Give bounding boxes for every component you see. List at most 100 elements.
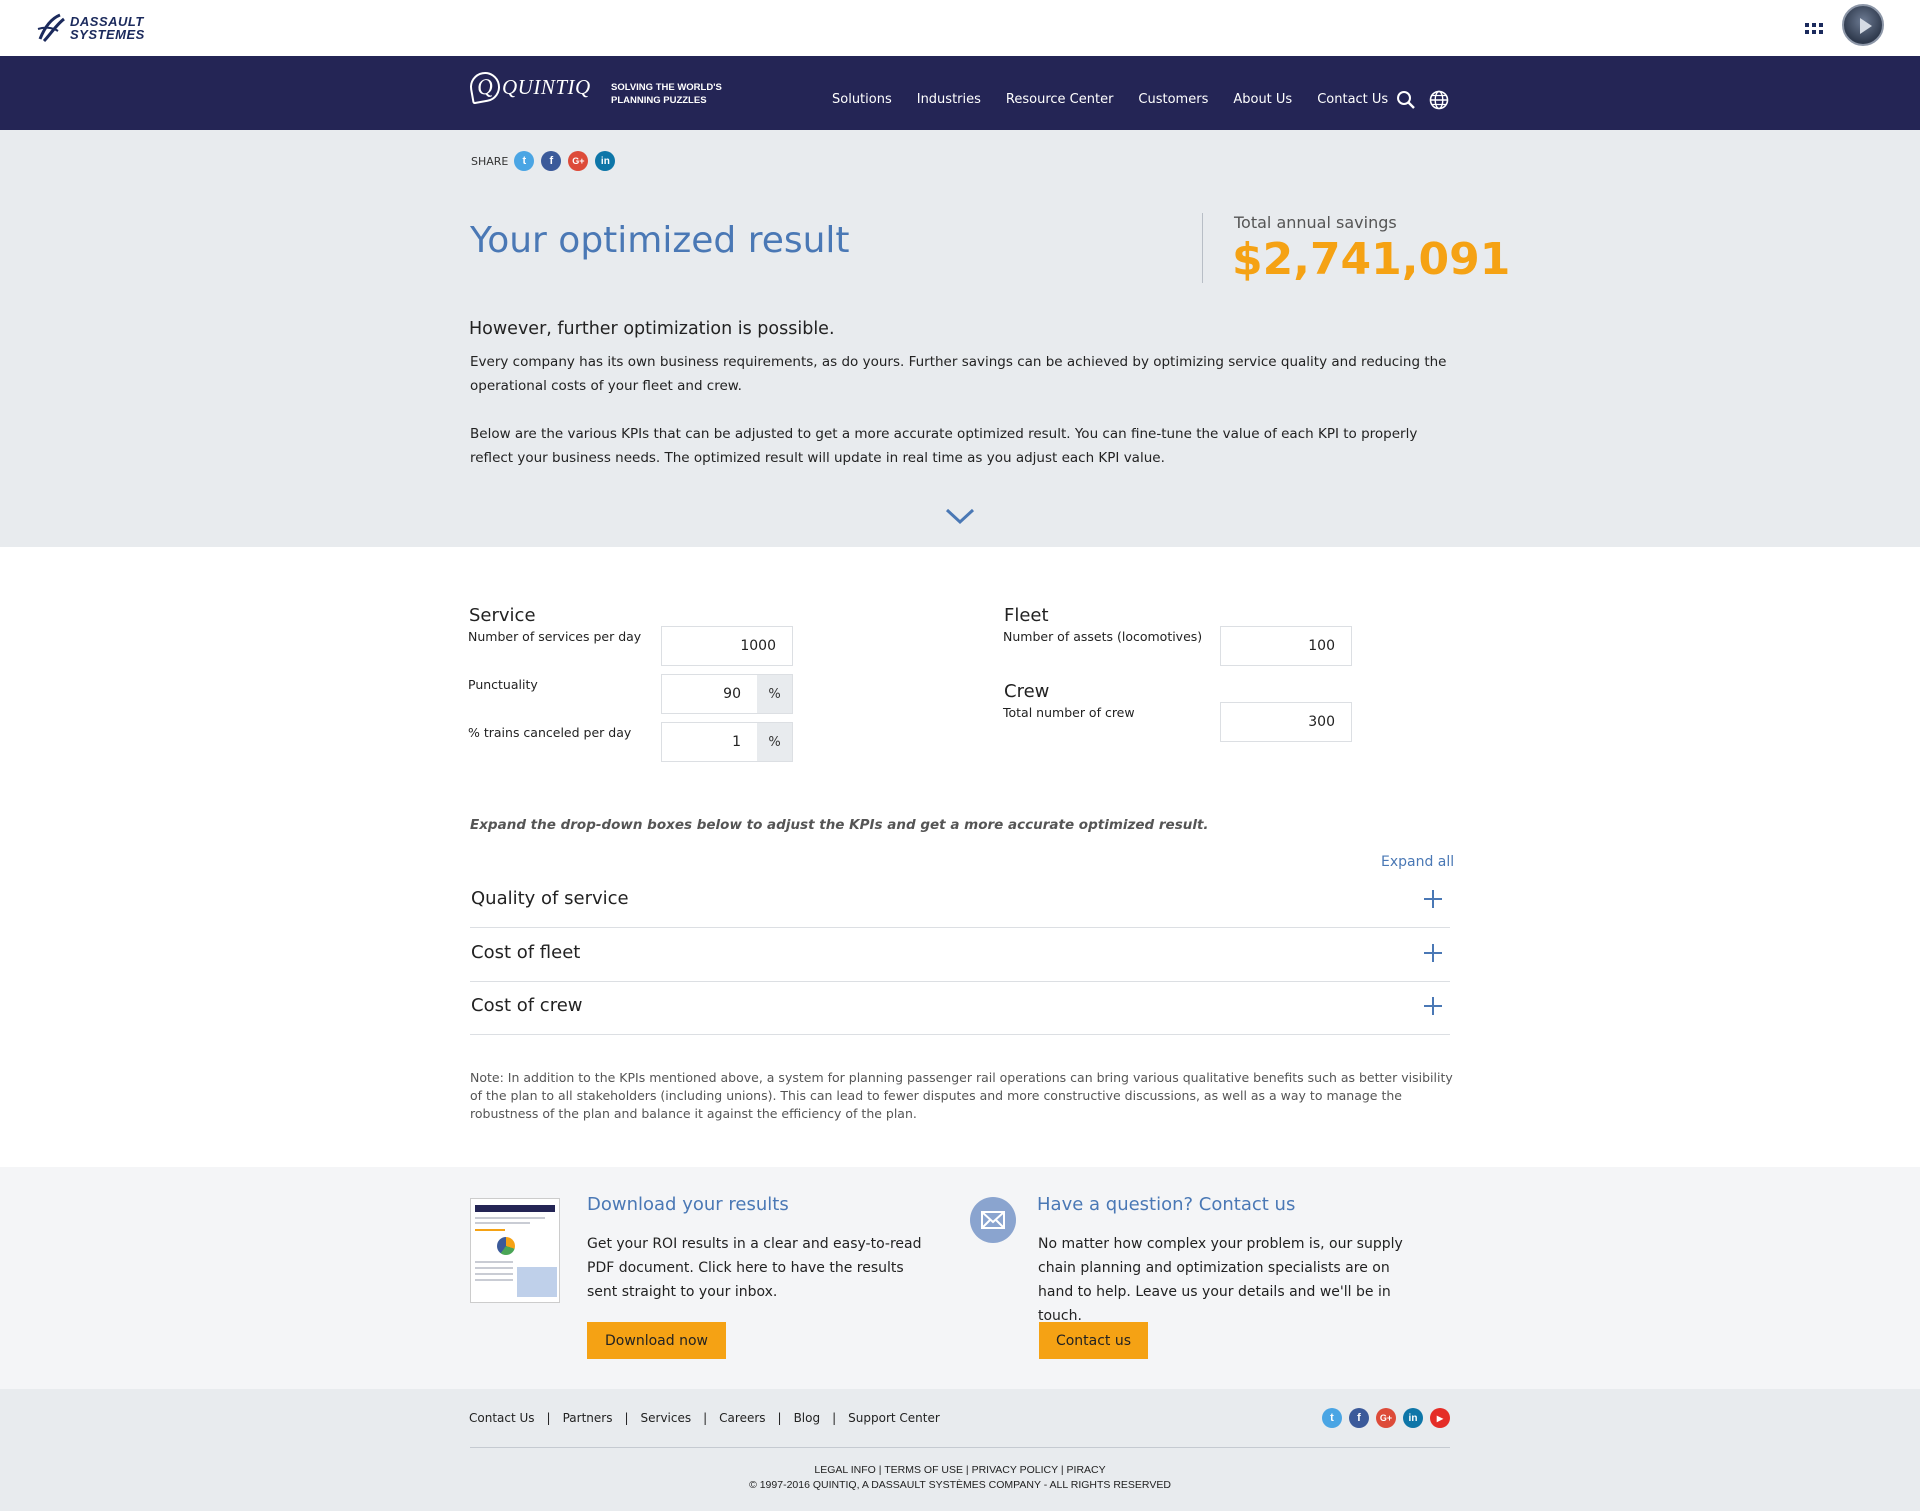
services-per-day-label: Number of services per day xyxy=(468,629,642,644)
search-icon[interactable] xyxy=(1396,90,1416,110)
percent-unit: % xyxy=(757,723,792,761)
nav-item-about-us[interactable]: About Us xyxy=(1233,92,1292,107)
quintiq-logo-mark: Q xyxy=(467,69,503,105)
contact-us-button[interactable]: Contact us xyxy=(1039,1322,1148,1359)
savings-value: $2,741,091 xyxy=(1232,234,1511,285)
footer-link-careers[interactable]: Careers xyxy=(719,1411,765,1425)
share-label: SHARE xyxy=(471,154,509,168)
services-per-day-input[interactable] xyxy=(662,627,792,665)
3dexperience-compass-icon[interactable] xyxy=(1842,4,1884,46)
chevron-down-icon[interactable] xyxy=(944,506,976,526)
twitter-icon[interactable]: t xyxy=(514,151,535,171)
globe-icon[interactable] xyxy=(1429,90,1449,110)
crew-title: Crew xyxy=(1004,681,1050,702)
accordion-cost-of-crew[interactable]: Cost of crew xyxy=(470,981,1450,1035)
footer-separator: | xyxy=(832,1411,837,1425)
cta-section: Download your results Get your ROI resul… xyxy=(0,1167,1920,1389)
accordion-cost-of-fleet[interactable]: Cost of fleet xyxy=(470,928,1450,982)
accordion-label: Quality of service xyxy=(471,888,629,909)
crew-count-input[interactable] xyxy=(1221,703,1351,741)
nav-item-solutions[interactable]: Solutions xyxy=(832,92,892,107)
nav-item-resource-center[interactable]: Resource Center xyxy=(1006,92,1114,107)
footer-divider xyxy=(470,1447,1450,1448)
footer-link-services[interactable]: Services xyxy=(641,1411,692,1425)
assets-field xyxy=(1220,626,1352,666)
share-bar: SHARE t f G+ in xyxy=(471,151,622,171)
footer-social-icons: t f G+ in ▶ xyxy=(1322,1408,1457,1428)
expand-hint: Expand the drop-down boxes below to adju… xyxy=(470,817,1209,833)
footer-separator: | xyxy=(1060,1464,1064,1476)
trains-canceled-input[interactable] xyxy=(662,723,757,761)
footer-separator: | xyxy=(624,1411,629,1425)
intro-paragraph: Every company has its own business requi… xyxy=(470,354,1447,394)
services-per-day-field xyxy=(661,626,793,666)
footer-link-support-center[interactable]: Support Center xyxy=(848,1411,940,1425)
contact-title: Have a question? Contact us xyxy=(1037,1194,1296,1215)
facebook-icon[interactable]: f xyxy=(541,151,562,171)
site-footer: Contact Us | Partners | Services | Caree… xyxy=(0,1389,1920,1511)
crew-count-field xyxy=(1220,702,1352,742)
google-plus-icon[interactable]: G+ xyxy=(1376,1408,1396,1428)
percent-unit: % xyxy=(757,675,792,713)
contact-description: No matter how complex your problem is, o… xyxy=(1038,1236,1403,1324)
footer-separator: | xyxy=(703,1411,708,1425)
quintiq-logo[interactable]: Q QUINTIQ xyxy=(467,69,591,105)
footer-separator: | xyxy=(777,1411,782,1425)
accordion-label: Cost of crew xyxy=(471,995,583,1016)
punctuality-field: % xyxy=(661,674,793,714)
trains-canceled-label: % trains canceled per day xyxy=(468,725,632,740)
footer-link-partners[interactable]: Partners xyxy=(563,1411,613,1425)
punctuality-input[interactable] xyxy=(662,675,757,713)
footer-separator: | xyxy=(878,1464,882,1476)
qualitative-benefits-note: Note: In addition to the KPIs mentioned … xyxy=(470,1070,1453,1121)
kpi-section: Service Number of services per day Punct… xyxy=(0,547,1920,1167)
pdf-preview-thumbnail[interactable] xyxy=(470,1198,560,1303)
tagline-line2: PLANNING PUZZLES xyxy=(611,95,707,106)
plus-icon[interactable] xyxy=(1424,997,1442,1015)
savings-divider xyxy=(1202,213,1203,283)
page-title: Your optimized result xyxy=(470,220,850,261)
savings-label: Total annual savings xyxy=(1234,213,1397,232)
apps-grid-icon[interactable] xyxy=(1805,23,1823,35)
footer-link-blog[interactable]: Blog xyxy=(794,1411,821,1425)
accordion-quality-of-service[interactable]: Quality of service xyxy=(470,874,1450,928)
footer-link-contact-us[interactable]: Contact Us xyxy=(469,1411,535,1425)
google-plus-icon[interactable]: G+ xyxy=(568,151,589,171)
expand-all-link[interactable]: Expand all xyxy=(1381,854,1454,870)
download-description: Get your ROI results in a clear and easy… xyxy=(587,1236,922,1300)
nav-item-industries[interactable]: Industries xyxy=(917,92,981,107)
nav-menu: Solutions Industries Resource Center Cus… xyxy=(832,92,1413,107)
terms-of-use-link[interactable]: TERMS OF USE xyxy=(884,1464,963,1476)
nav-item-contact-us[interactable]: Contact Us xyxy=(1317,92,1388,107)
result-hero: SHARE t f G+ in Your optimized result To… xyxy=(0,130,1920,547)
twitter-icon[interactable]: t xyxy=(1322,1408,1342,1428)
linkedin-icon[interactable]: in xyxy=(595,151,616,171)
ds-logo-mark xyxy=(37,13,65,43)
assets-input[interactable] xyxy=(1221,627,1351,665)
mail-icon xyxy=(970,1197,1016,1243)
footer-separator: | xyxy=(965,1464,969,1476)
piracy-link[interactable]: PIRACY xyxy=(1067,1464,1106,1476)
nav-item-customers[interactable]: Customers xyxy=(1138,92,1208,107)
legal-info-link[interactable]: LEGAL INFO xyxy=(814,1464,875,1476)
plus-icon[interactable] xyxy=(1424,890,1442,908)
accordion-label: Cost of fleet xyxy=(471,942,581,963)
plus-icon[interactable] xyxy=(1424,944,1442,962)
youtube-icon[interactable]: ▶ xyxy=(1430,1408,1450,1428)
facebook-icon[interactable]: f xyxy=(1349,1408,1369,1428)
download-title: Download your results xyxy=(587,1194,789,1215)
footer-separator: | xyxy=(546,1411,551,1425)
ds-logo-line2: SYSTEMES xyxy=(70,27,145,42)
brand-tagline: SOLVING THE WORLD'S PLANNING PUZZLES xyxy=(611,81,741,107)
kpi-intro-paragraph: Below are the various KPIs that can be a… xyxy=(470,426,1418,466)
linkedin-icon[interactable]: in xyxy=(1403,1408,1423,1428)
fleet-title: Fleet xyxy=(1004,605,1049,626)
footer-links: Contact Us | Partners | Services | Caree… xyxy=(469,1411,940,1425)
service-title: Service xyxy=(469,605,536,626)
dassault-systemes-logo[interactable]: DASSAULT SYSTEMES xyxy=(34,10,164,46)
main-navbar: Q QUINTIQ SOLVING THE WORLD'S PLANNING P… xyxy=(0,56,1920,130)
quintiq-logo-text: QUINTIQ xyxy=(502,74,591,99)
download-now-button[interactable]: Download now xyxy=(587,1322,726,1359)
legal-links: LEGAL INFO | TERMS OF USE | PRIVACY POLI… xyxy=(0,1464,1920,1476)
privacy-policy-link[interactable]: PRIVACY POLICY xyxy=(972,1464,1058,1476)
